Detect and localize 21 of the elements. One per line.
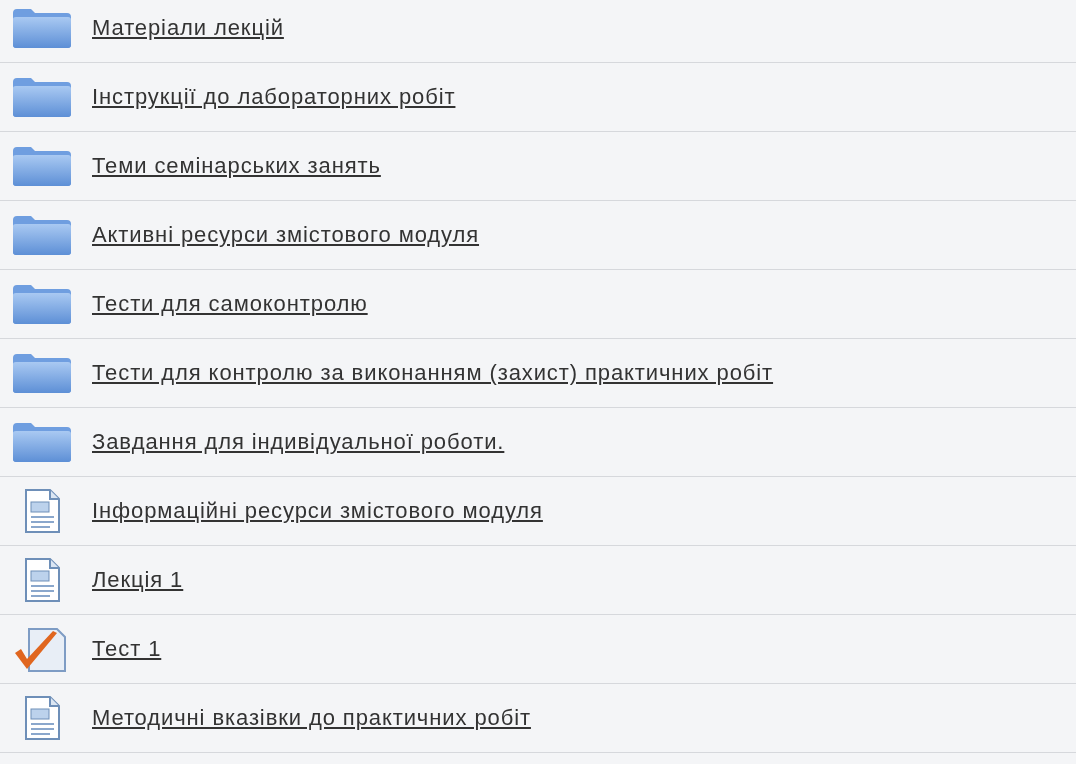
resource-link[interactable]: Завдання для індивідуальної роботи. — [92, 429, 505, 455]
resource-link[interactable]: Матеріали лекцій — [92, 15, 284, 41]
resource-link[interactable]: Лекція 1 — [92, 567, 184, 593]
folder-icon — [11, 283, 73, 325]
resource-link[interactable]: Тести для самоконтролю — [92, 291, 368, 317]
resource-link[interactable]: Активні ресурси змістового модуля — [92, 222, 480, 248]
folder-icon — [11, 76, 73, 118]
resource-link[interactable]: Тести для контролю за виконанням (захист) практичних робіт — [92, 360, 774, 386]
resource-link[interactable]: Теми семінарських занять — [92, 153, 381, 179]
resource-link[interactable]: Інструкції до лабораторних робіт — [92, 84, 456, 110]
folder-icon — [11, 421, 73, 463]
folder-icon — [11, 7, 73, 49]
folder-icon — [11, 145, 73, 187]
folder-icon — [11, 352, 73, 394]
document-icon — [22, 557, 62, 603]
resource-link[interactable]: Інформаційні ресурси змістового модуля — [92, 498, 543, 524]
document-icon — [22, 695, 62, 741]
document-icon — [22, 488, 62, 534]
folder-icon — [11, 214, 73, 256]
resource-link[interactable]: Тест 1 — [92, 636, 162, 662]
resource-link[interactable]: Методичні вказівки до практичних робіт — [92, 705, 531, 731]
